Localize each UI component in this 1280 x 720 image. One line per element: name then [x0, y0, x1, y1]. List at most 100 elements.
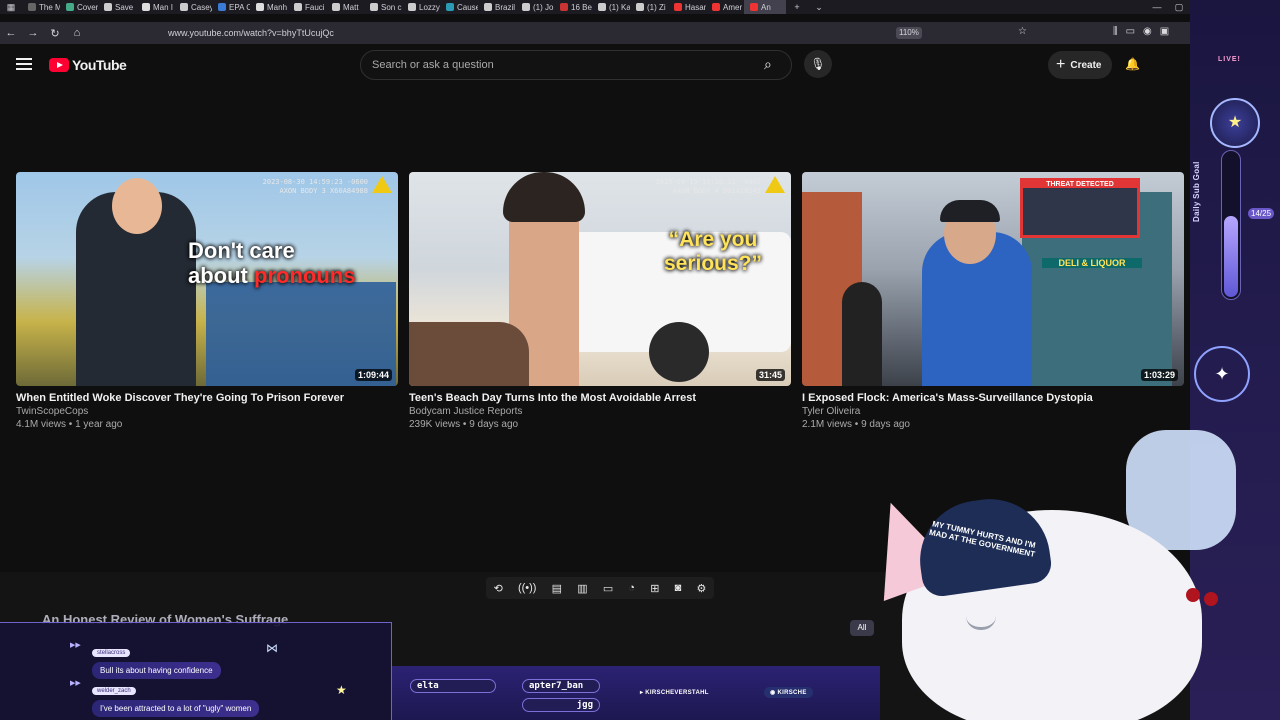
zoom-level[interactable]: 110% [896, 27, 922, 39]
chat-arrow-icon: ▶▶ [70, 680, 81, 687]
channel-name[interactable]: TwinScopeCops [16, 406, 398, 417]
video-thumbnail[interactable]: 2023-08-30 14:59:23 -0600 AXON BODY 3 X6… [16, 172, 398, 386]
browser-tab[interactable]: Man I [136, 0, 174, 14]
channel-name[interactable]: Bodycam Justice Reports [409, 406, 791, 417]
browser-tab[interactable]: Hasan [668, 0, 706, 14]
clip-icon[interactable]: ▥ [577, 582, 587, 595]
tab-label: Hasan [685, 2, 706, 12]
browser-tab[interactable]: Amer [706, 0, 744, 14]
minimize-button[interactable]: — [1146, 2, 1168, 12]
video-duration: 1:03:29 [1140, 369, 1178, 381]
browser-tab[interactable]: Lozzy [402, 0, 440, 14]
butterfly-icon: ⋈ [266, 641, 278, 655]
tab-favicon-icon [218, 3, 226, 11]
video-duration: 31:45 [755, 369, 785, 381]
social-handle-twitter: ▸ KIRSCHEVERSTAHL [640, 690, 709, 696]
browser-tab[interactable]: Manh [250, 0, 288, 14]
youtube-logo[interactable]: YouTube [49, 57, 127, 73]
tab-overflow-icon[interactable]: ⌄ [808, 2, 830, 13]
ticker-name: elta [410, 679, 496, 693]
account-icon[interactable]: ◉ [1143, 26, 1152, 37]
theater-mode-icon[interactable]: ▭ [603, 582, 613, 595]
vtuber-mascot: MY TUMMY HURTS AND I'M MAD AT THE GOVERN… [853, 400, 1236, 720]
add-to-queue-icon[interactable]: ⊞ [650, 582, 659, 595]
new-tab-button[interactable]: + [786, 2, 808, 12]
browser-tab[interactable]: An [744, 0, 786, 14]
library-icon[interactable]: ⫼ [1113, 26, 1118, 37]
tab-favicon-icon [28, 3, 36, 11]
tab-list-icon[interactable]: ▦ [0, 2, 22, 13]
home-button[interactable]: ⌂ [66, 27, 88, 39]
broadcast-icon[interactable]: ((•)) [518, 582, 537, 594]
person-hair [503, 172, 585, 222]
browser-tab[interactable]: (1) Ka [592, 0, 630, 14]
thumbnail-caption: “Are you serious?” [663, 228, 763, 275]
cherry-icon [1204, 592, 1218, 606]
tab-favicon-icon [332, 3, 340, 11]
create-label: Create [1070, 59, 1102, 71]
tab-label: (1) Zi [647, 2, 666, 12]
youtube-header: YouTube Search or ask a question ⌕ 🎙 + C… [0, 44, 1190, 86]
video-card[interactable]: 2023-08-30 14:59:23 -0600 AXON BODY 3 X6… [16, 172, 398, 430]
tab-favicon-icon [522, 3, 530, 11]
search-input[interactable]: Search or ask a question [360, 50, 792, 80]
browser-tab[interactable]: Son c [364, 0, 402, 14]
threat-sign: THREAT DETECTED [1020, 178, 1140, 238]
stream-ticker-bar: elta apter7_ban jgg ▸ KIRSCHEVERSTAHL ◉ … [392, 666, 880, 720]
browser-tab[interactable]: Matt [326, 0, 364, 14]
screenshot-icon[interactable]: ◙ [675, 582, 682, 594]
speed-icon[interactable]: ◔ [628, 582, 635, 594]
tab-label: Save [115, 2, 134, 12]
maximize-button[interactable]: ▢ [1168, 2, 1190, 13]
back-button[interactable]: ← [0, 27, 22, 39]
search-icon[interactable]: ⌕ [764, 56, 772, 73]
browser-tab[interactable]: The M [22, 0, 60, 14]
bookmark-star-icon[interactable]: ☆ [1018, 26, 1027, 37]
tab-favicon-icon [408, 3, 416, 11]
browser-tab[interactable]: (1) Jo [516, 0, 554, 14]
browser-tab[interactable]: Cause [440, 0, 478, 14]
tab-favicon-icon [598, 3, 606, 11]
tab-favicon-icon [180, 3, 188, 11]
caption-line-2: about pronouns [188, 263, 355, 288]
tab-label: Cover [77, 2, 98, 12]
sparkle-star-icon: ★ [336, 683, 347, 697]
stream-subgoal-panel: LIVE! ★ Daily Sub Goal 14/25 ✦ [1190, 0, 1280, 720]
menu-icon[interactable] [16, 58, 32, 70]
presenter-cap [940, 200, 1000, 222]
browser-tab[interactable]: Fauci [288, 0, 326, 14]
thumbnail-caption: Don't care about pronouns [188, 238, 355, 288]
plus-icon: + [1056, 56, 1066, 73]
video-thumbnail[interactable]: THREAT DETECTED DELI & LIQUOR 1:03:29 [802, 172, 1184, 386]
tab-label: Manh [267, 2, 288, 12]
browser-tab[interactable]: Brazil [478, 0, 516, 14]
social-handle-discord: ◉ KIRSCHE [764, 687, 813, 698]
url-bar[interactable]: www.youtube.com/watch?v=bhyTtUcujQc [168, 28, 334, 38]
video-title[interactable]: When Entitled Woke Discover They're Goin… [16, 392, 398, 404]
browser-tab[interactable]: 16 Be [554, 0, 592, 14]
video-title[interactable]: Teen's Beach Day Turns Into the Most Avo… [409, 392, 791, 404]
browser-tab[interactable]: Cover [60, 0, 98, 14]
browser-tab[interactable]: (1) Zi [630, 0, 668, 14]
notifications-bell-icon[interactable]: 🔔 [1125, 57, 1140, 71]
browser-tab[interactable]: Casey [174, 0, 212, 14]
tab-favicon-icon [674, 3, 682, 11]
loop-icon[interactable]: ⟲ [494, 582, 503, 595]
tab-label: Brazil [495, 2, 516, 12]
settings-gear-icon[interactable]: ⚙ [696, 582, 706, 595]
create-button[interactable]: + Create [1048, 51, 1112, 79]
star-ring-icon: ✦ [1194, 346, 1250, 402]
watch-later-icon[interactable]: ▤ [552, 582, 562, 595]
microphone-icon[interactable]: 🎙 [804, 50, 832, 78]
extension-icon[interactable]: ▣ [1160, 26, 1169, 37]
reload-button[interactable]: ↻ [44, 27, 66, 40]
threat-sign-text: THREAT DETECTED [1023, 181, 1137, 188]
forward-button[interactable]: → [22, 27, 44, 39]
video-thumbnail[interactable]: 2025-04-15 15:10:11 -0400 AXON BODY 4 D0… [409, 172, 791, 386]
sidebar-icon[interactable]: ▭ [1126, 26, 1135, 37]
browser-tab[interactable]: EPA C [212, 0, 250, 14]
tab-favicon-icon [636, 3, 644, 11]
video-card[interactable]: 2025-04-15 15:10:11 -0400 AXON BODY 4 D0… [409, 172, 791, 430]
browser-tab[interactable]: Save [98, 0, 136, 14]
video-card[interactable]: THREAT DETECTED DELI & LIQUOR 1:03:29 I … [802, 172, 1184, 430]
